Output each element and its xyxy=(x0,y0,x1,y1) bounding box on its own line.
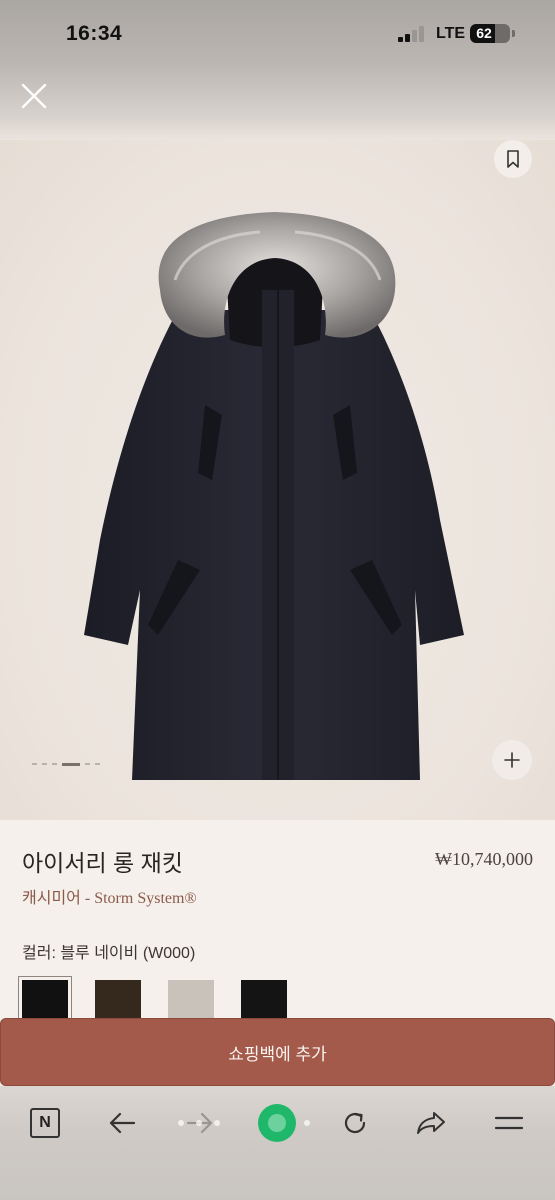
pager-dot[interactable] xyxy=(32,763,37,765)
color-swatch-navy-black[interactable] xyxy=(18,976,72,1024)
zoom-plus-icon[interactable] xyxy=(492,740,532,780)
pager-dot[interactable] xyxy=(52,763,57,765)
bookmark-icon[interactable] xyxy=(494,140,532,178)
refresh-icon[interactable] xyxy=(337,1105,373,1141)
back-arrow-icon[interactable] xyxy=(104,1105,140,1141)
battery-cap xyxy=(512,30,515,37)
add-to-bag-button[interactable]: 쇼핑백에 추가 xyxy=(0,1018,555,1086)
color-label: 컬러: 블루 네이비 (W000) xyxy=(22,945,196,962)
close-icon[interactable] xyxy=(18,80,50,112)
menu-icon[interactable] xyxy=(491,1105,527,1141)
product-price: ₩10,740,000 xyxy=(435,849,533,869)
pager-dot-active[interactable] xyxy=(62,762,80,766)
product-image[interactable] xyxy=(0,140,555,820)
add-to-bag-label: 쇼핑백에 추가 xyxy=(228,1044,327,1064)
signal-icon xyxy=(398,26,428,42)
color-swatch-brown[interactable] xyxy=(95,980,141,1020)
product-material: 캐시미어 - Storm System® xyxy=(22,890,197,907)
n-home-letter: N xyxy=(30,1108,60,1138)
battery-icon: 62 xyxy=(470,24,510,43)
n-home-icon[interactable]: N xyxy=(27,1105,63,1141)
pager-dot[interactable] xyxy=(95,763,100,765)
battery-percent: 62 xyxy=(476,25,492,41)
status-time: 16:34 xyxy=(66,22,123,45)
green-dot-icon[interactable] xyxy=(258,1104,296,1142)
color-swatch-beige[interactable] xyxy=(168,980,214,1020)
share-icon[interactable] xyxy=(413,1105,449,1141)
coat-illustration xyxy=(84,212,464,780)
gallery-pager[interactable] xyxy=(32,762,100,766)
product-name: 아이서리 롱 재킷 xyxy=(22,850,183,876)
color-swatch-black[interactable] xyxy=(241,980,287,1020)
status-bar: 16:34 LTE 62 xyxy=(0,0,555,64)
network-label: LTE xyxy=(436,25,466,42)
pager-dot[interactable] xyxy=(42,763,47,765)
pager-dot[interactable] xyxy=(85,763,90,765)
